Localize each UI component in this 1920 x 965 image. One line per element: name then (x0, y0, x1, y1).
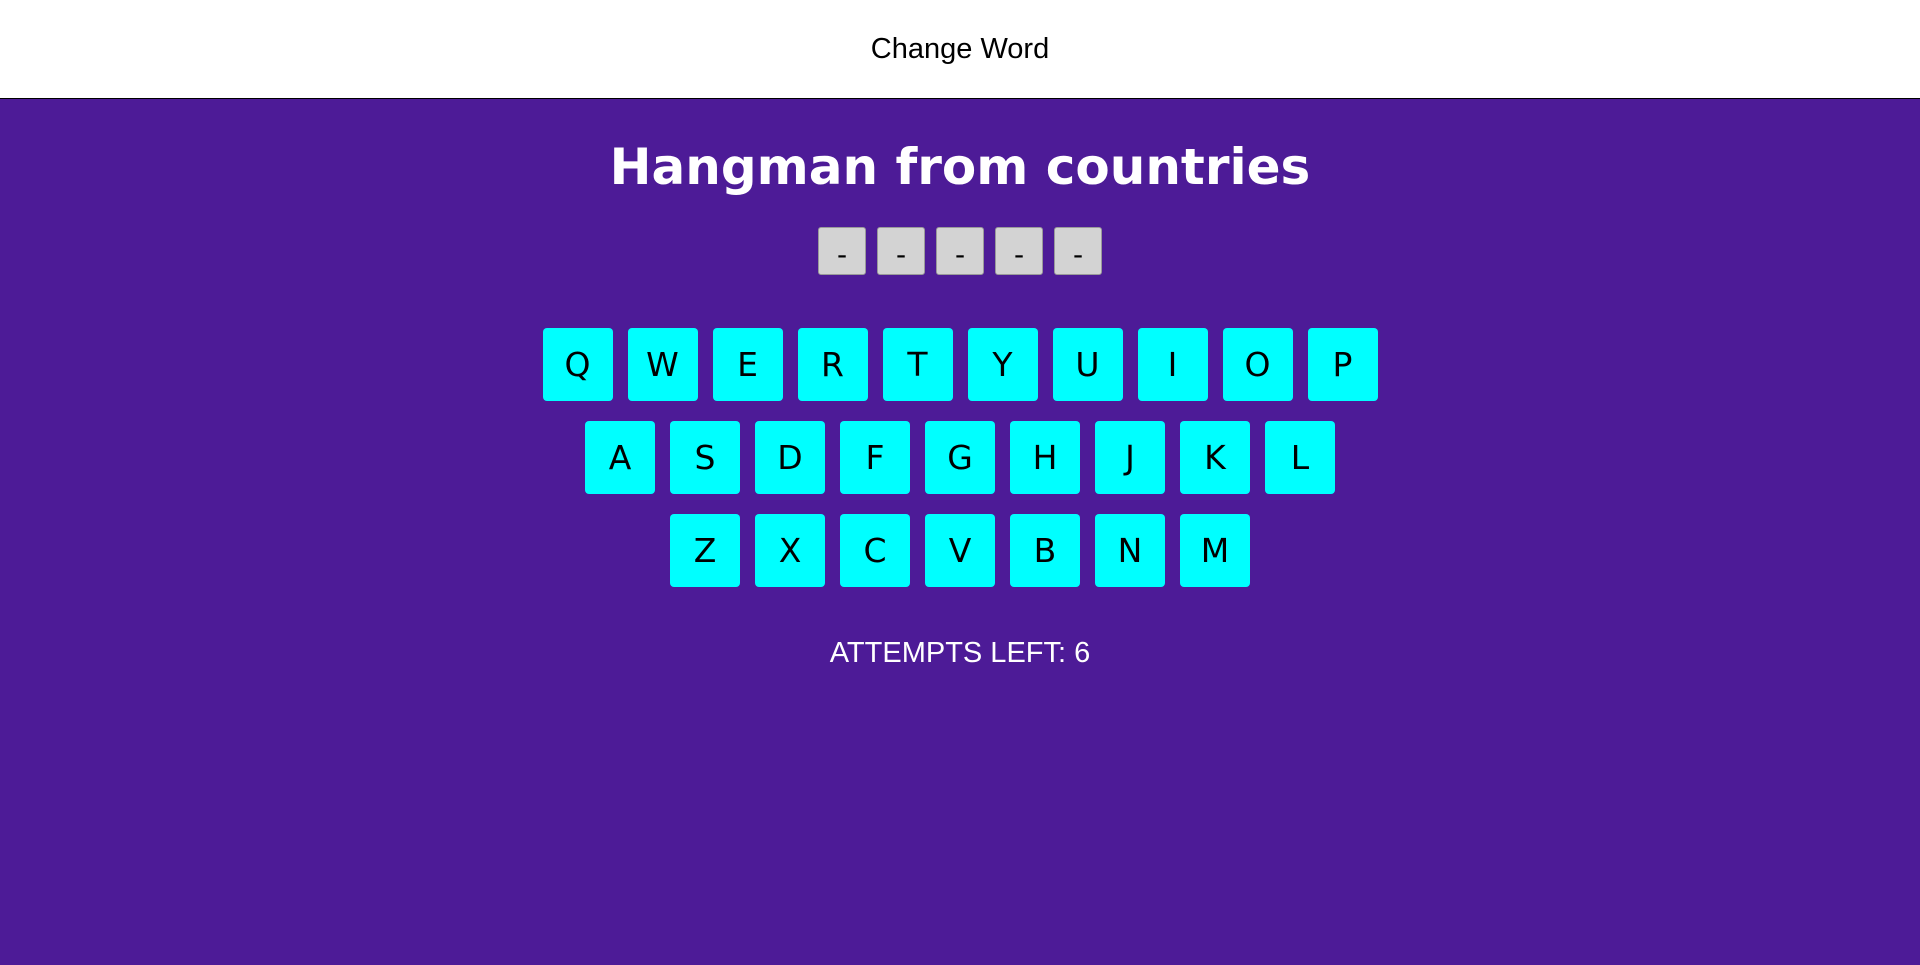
attempts-left-text: ATTEMPTS LEFT: 6 (829, 637, 1091, 669)
key-r[interactable]: R (797, 328, 868, 401)
key-k[interactable]: K (1180, 421, 1250, 494)
key-z[interactable]: Z (670, 514, 740, 587)
key-q[interactable]: Q (542, 328, 613, 401)
key-s[interactable]: S (670, 421, 740, 494)
key-p[interactable]: P (1307, 328, 1378, 401)
key-t[interactable]: T (882, 328, 953, 401)
letter-slot: - (818, 227, 866, 275)
key-a[interactable]: A (585, 421, 655, 494)
letter-slot: - (1054, 227, 1102, 275)
key-n[interactable]: N (1095, 514, 1165, 587)
key-j[interactable]: J (1095, 421, 1165, 494)
keyboard-row-3: Z X C V B N M (0, 514, 1920, 587)
key-e[interactable]: E (712, 328, 783, 401)
page-title: Hangman from countries (609, 138, 1311, 196)
key-m[interactable]: M (1180, 514, 1250, 587)
key-d[interactable]: D (755, 421, 825, 494)
key-y[interactable]: Y (967, 328, 1038, 401)
key-i[interactable]: I (1137, 328, 1208, 401)
key-x[interactable]: X (755, 514, 825, 587)
key-w[interactable]: W (627, 328, 698, 401)
key-u[interactable]: U (1052, 328, 1123, 401)
key-g[interactable]: G (925, 421, 995, 494)
letter-slot: - (877, 227, 925, 275)
word-display: - - - - - (0, 227, 1920, 275)
key-b[interactable]: B (1010, 514, 1080, 587)
keyboard-row-1: Q W E R T Y U I O P (0, 328, 1920, 401)
key-f[interactable]: F (840, 421, 910, 494)
change-word-button[interactable]: Change Word (871, 33, 1049, 66)
key-l[interactable]: L (1265, 421, 1335, 494)
key-h[interactable]: H (1010, 421, 1080, 494)
key-c[interactable]: C (840, 514, 910, 587)
letter-slot: - (936, 227, 984, 275)
top-bar: Change Word (0, 0, 1920, 99)
key-o[interactable]: O (1222, 328, 1293, 401)
letter-slot: - (995, 227, 1043, 275)
key-v[interactable]: V (925, 514, 995, 587)
keyboard-row-2: A S D F G H J K L (0, 421, 1920, 494)
